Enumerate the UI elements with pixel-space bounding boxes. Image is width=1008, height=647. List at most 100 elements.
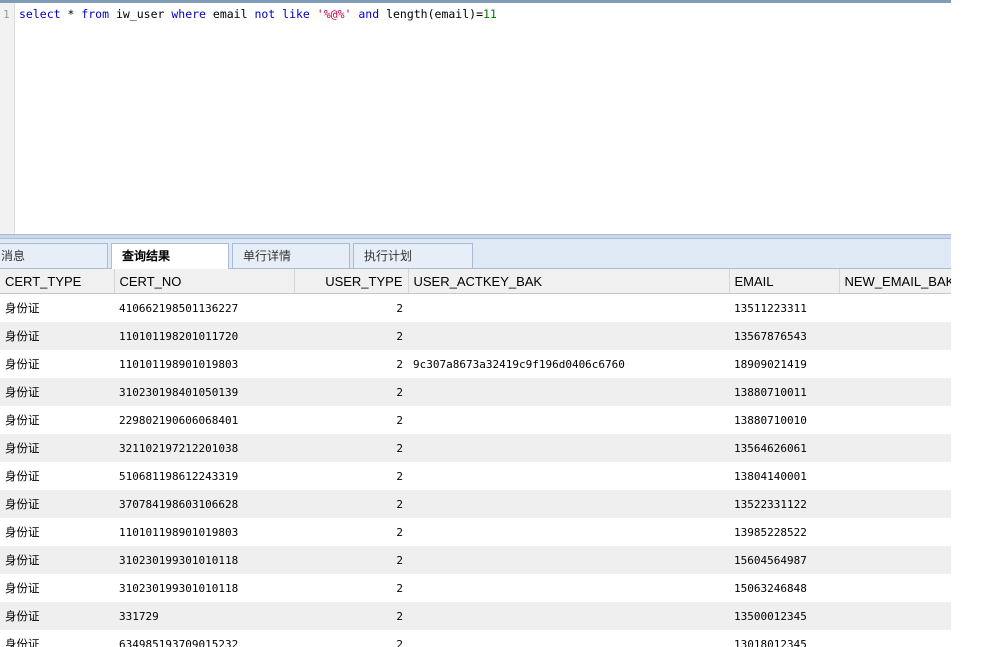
cell-email[interactable]: 18909021419 — [729, 350, 839, 378]
table-row[interactable]: 身份证 310230199301010118 2 15063246848 — [0, 574, 951, 602]
cell-email[interactable]: 13880710010 — [729, 406, 839, 434]
column-header-user-type[interactable]: USER_TYPE — [294, 269, 409, 294]
table-row[interactable]: 身份证 510681198612243319 2 13804140001 — [0, 462, 951, 490]
cell-new-email-bak[interactable] — [839, 350, 951, 378]
cell-cert-type[interactable]: 身份证 — [0, 378, 114, 406]
results-grid[interactable]: CERT_TYPE CERT_NO USER_TYPE USER_ACTKEY_… — [0, 269, 951, 647]
table-row[interactable]: 身份证 370784198603106628 2 13522331122 — [0, 490, 951, 518]
cell-new-email-bak[interactable] — [839, 630, 951, 647]
cell-cert-type[interactable]: 身份证 — [0, 462, 114, 490]
cell-cert-no[interactable]: 634985193709015232 — [114, 630, 294, 647]
table-row[interactable]: 身份证 110101198901019803 2 9c307a8673a32419c9… — [0, 350, 951, 378]
cell-cert-no[interactable]: 310230199301010118 — [114, 546, 294, 574]
cell-email[interactable]: 13567876543 — [729, 322, 839, 350]
cell-cert-no[interactable]: 310230198401050139 — [114, 378, 294, 406]
cell-new-email-bak[interactable] — [839, 406, 951, 434]
table-row[interactable]: 身份证 634985193709015232 2 13018012345 — [0, 630, 951, 647]
column-header-cert-type[interactable]: CERT_TYPE — [0, 269, 115, 294]
cell-user-type[interactable]: 2 — [294, 574, 408, 602]
column-header-cert-no[interactable]: CERT_NO — [114, 269, 295, 294]
table-row[interactable]: 身份证 110101198901019803 2 13985228522 — [0, 518, 951, 546]
cell-new-email-bak[interactable] — [839, 574, 951, 602]
cell-cert-type[interactable]: 身份证 — [0, 434, 114, 462]
cell-email[interactable]: 13880710011 — [729, 378, 839, 406]
cell-email[interactable]: 13985228522 — [729, 518, 839, 546]
cell-email[interactable]: 15063246848 — [729, 574, 839, 602]
cell-cert-type[interactable]: 身份证 — [0, 350, 114, 378]
cell-user-type[interactable]: 2 — [294, 322, 408, 350]
cell-email[interactable]: 13018012345 — [729, 630, 839, 647]
cell-cert-no[interactable]: 110101198901019803 — [114, 350, 294, 378]
column-header-email[interactable]: EMAIL — [729, 269, 840, 294]
cell-cert-no[interactable]: 229802190606068401 — [114, 406, 294, 434]
cell-new-email-bak[interactable] — [839, 546, 951, 574]
cell-user-actkey-bak[interactable] — [408, 546, 729, 574]
cell-user-type[interactable]: 2 — [294, 602, 408, 630]
cell-cert-type[interactable]: 身份证 — [0, 518, 114, 546]
cell-user-type[interactable]: 2 — [294, 293, 408, 322]
cell-user-type[interactable]: 2 — [294, 518, 408, 546]
cell-user-type[interactable]: 2 — [294, 630, 408, 647]
cell-email[interactable]: 13500012345 — [729, 602, 839, 630]
cell-email[interactable]: 13564626061 — [729, 434, 839, 462]
table-row[interactable]: 身份证 310230199301010118 2 15604564987 — [0, 546, 951, 574]
cell-cert-type[interactable]: 身份证 — [0, 546, 114, 574]
cell-cert-type[interactable]: 身份证 — [0, 490, 114, 518]
cell-cert-type[interactable]: 身份证 — [0, 574, 114, 602]
cell-user-actkey-bak[interactable] — [408, 406, 729, 434]
cell-cert-type[interactable]: 身份证 — [0, 293, 114, 322]
cell-cert-no[interactable]: 110101198201011720 — [114, 322, 294, 350]
cell-cert-no[interactable]: 110101198901019803 — [114, 518, 294, 546]
cell-new-email-bak[interactable] — [839, 518, 951, 546]
tab-query-results[interactable]: 查询结果 — [111, 243, 229, 269]
cell-user-type[interactable]: 2 — [294, 350, 408, 378]
cell-user-type[interactable]: 2 — [294, 406, 408, 434]
cell-cert-no[interactable]: 410662198501136227 — [114, 293, 294, 322]
table-row[interactable]: 身份证 321102197212201038 2 13564626061 — [0, 434, 951, 462]
cell-new-email-bak[interactable] — [839, 602, 951, 630]
cell-user-type[interactable]: 2 — [294, 434, 408, 462]
table-row[interactable]: 身份证 331729 2 13500012345 — [0, 602, 951, 630]
cell-user-actkey-bak[interactable] — [408, 574, 729, 602]
cell-user-type[interactable]: 2 — [294, 490, 408, 518]
cell-email[interactable]: 13804140001 — [729, 462, 839, 490]
cell-cert-no[interactable]: 310230199301010118 — [114, 574, 294, 602]
table-row[interactable]: 身份证 310230198401050139 2 13880710011 — [0, 378, 951, 406]
cell-user-actkey-bak[interactable] — [408, 322, 729, 350]
cell-user-actkey-bak[interactable] — [408, 602, 729, 630]
cell-new-email-bak[interactable] — [839, 378, 951, 406]
cell-cert-type[interactable]: 身份证 — [0, 322, 114, 350]
cell-user-actkey-bak[interactable] — [408, 378, 729, 406]
sql-editor[interactable]: 1 select * from iw_user where email not … — [0, 0, 951, 234]
cell-new-email-bak[interactable] — [839, 490, 951, 518]
cell-new-email-bak[interactable] — [839, 434, 951, 462]
table-row[interactable]: 身份证 110101198201011720 2 13567876543 — [0, 322, 951, 350]
cell-user-actkey-bak[interactable] — [408, 518, 729, 546]
cell-user-type[interactable]: 2 — [294, 462, 408, 490]
cell-email[interactable]: 13511223311 — [729, 293, 839, 322]
cell-user-actkey-bak[interactable]: 9c307a8673a32419c9f196d0406c6760 — [408, 350, 729, 378]
cell-cert-type[interactable]: 身份证 — [0, 602, 114, 630]
cell-cert-no[interactable]: 510681198612243319 — [114, 462, 294, 490]
column-header-user-actkey-bak[interactable]: USER_ACTKEY_BAK — [408, 269, 730, 294]
table-row[interactable]: 身份证 410662198501136227 2 13511223311 — [0, 293, 951, 322]
column-header-new-email-bak[interactable]: NEW_EMAIL_BAK — [839, 269, 951, 294]
cell-email[interactable]: 15604564987 — [729, 546, 839, 574]
cell-user-type[interactable]: 2 — [294, 546, 408, 574]
tab-execution-plan[interactable]: 执行计划 — [353, 243, 473, 268]
cell-user-actkey-bak[interactable] — [408, 462, 729, 490]
cell-user-type[interactable]: 2 — [294, 378, 408, 406]
tab-messages[interactable]: 消息 — [0, 243, 108, 268]
cell-email[interactable]: 13522331122 — [729, 490, 839, 518]
tab-row-details[interactable]: 单行详情 — [232, 243, 350, 268]
cell-cert-type[interactable]: 身份证 — [0, 406, 114, 434]
cell-new-email-bak[interactable] — [839, 293, 951, 322]
cell-cert-no[interactable]: 331729 — [114, 602, 294, 630]
cell-cert-type[interactable]: 身份证 — [0, 630, 114, 647]
cell-user-actkey-bak[interactable] — [408, 630, 729, 647]
cell-user-actkey-bak[interactable] — [408, 434, 729, 462]
cell-cert-no[interactable]: 321102197212201038 — [114, 434, 294, 462]
cell-cert-no[interactable]: 370784198603106628 — [114, 490, 294, 518]
cell-new-email-bak[interactable] — [839, 322, 951, 350]
cell-user-actkey-bak[interactable] — [408, 490, 729, 518]
